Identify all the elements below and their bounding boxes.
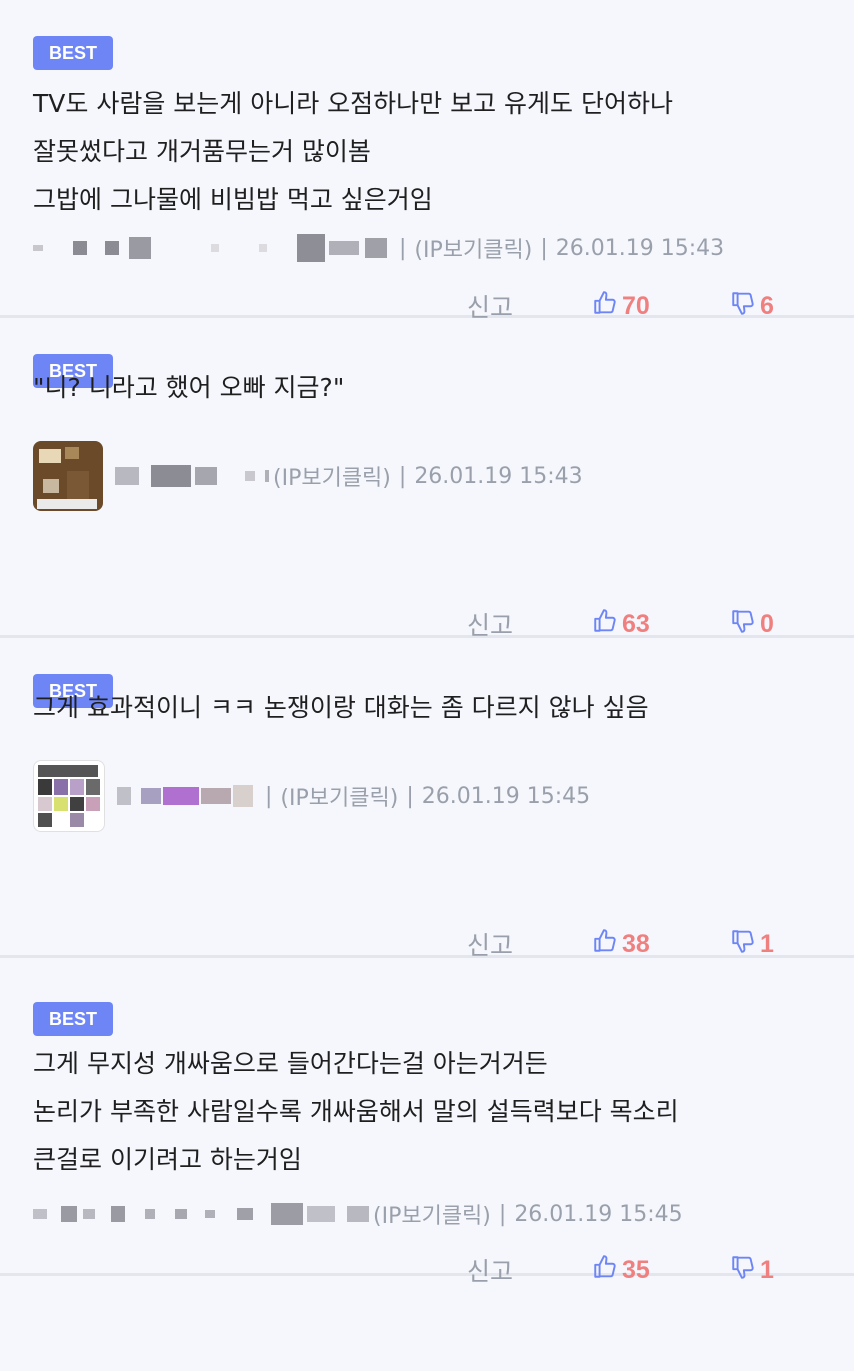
report-label: 신고	[467, 931, 514, 960]
comment-item: BEST 그게 무지성 개싸움으로 들어간다는걸 아는거거든 논리가 부족한 사…	[0, 958, 854, 1286]
dislike-count: 0	[760, 609, 774, 638]
dislike-count: 1	[760, 929, 774, 958]
avatar[interactable]	[33, 760, 105, 832]
comment-meta: (IP보기클릭) | 26.01.19 15:45	[33, 1194, 683, 1234]
comment-line: 큰걸로 이기려고 하는거임	[33, 1145, 302, 1174]
report-button[interactable]: 신고	[467, 1250, 513, 1290]
comment-body: TV도 사람을 보는게 아니라 오점하나만 보고 유게도 단어하나 잘못썼다고 …	[33, 80, 814, 224]
comment-body: 그게 효과적이니 ㅋㅋ 논쟁이랑 대화는 좀 다르지 않나 싶음	[33, 684, 814, 732]
comment-body: "니? 니라고 했어 오빠 지금?"	[33, 364, 814, 412]
report-label: 신고	[467, 1257, 514, 1286]
like-button[interactable]: 35	[592, 1250, 650, 1290]
comment-actions: 신고 35 1	[0, 1250, 854, 1290]
author-nickname[interactable]	[117, 785, 253, 807]
comment-line: 그게 효과적이니 ㅋㅋ 논쟁이랑 대화는 좀 다르지 않나 싶음	[33, 693, 649, 722]
thumbs-up-icon	[592, 1254, 622, 1287]
report-label: 신고	[467, 611, 514, 640]
comment-timestamp: 26.01.19 15:43	[555, 235, 725, 261]
best-badge: BEST	[33, 1002, 113, 1036]
thumbs-down-icon	[730, 928, 760, 961]
comment-item: BEST 그게 효과적이니 ㅋㅋ 논쟁이랑 대화는 좀 다르지 않나 싶음 | …	[0, 638, 854, 961]
like-count: 63	[622, 609, 650, 638]
comment-line: 그밥에 그나물에 비빔밥 먹고 싶은거임	[33, 185, 433, 214]
comment-line: 논리가 부족한 사람일수록 개싸움해서 말의 설득력보다 목소리	[33, 1097, 679, 1126]
author-nickname[interactable]	[115, 465, 269, 487]
comment-timestamp: 26.01.19 15:43	[414, 463, 583, 489]
thumbs-down-icon	[730, 1254, 760, 1287]
comment-meta: | (IP보기클릭) | 26.01.19 15:43	[33, 228, 724, 268]
comment-item: BEST "니? 니라고 했어 오빠 지금?" (IP보기클릭) | 26.01…	[0, 318, 854, 641]
ip-link[interactable]: (IP보기클릭)	[414, 232, 532, 264]
comment-timestamp: 26.01.19 15:45	[514, 1201, 683, 1227]
ip-link[interactable]: (IP보기클릭)	[273, 460, 391, 492]
thumbs-up-icon	[592, 608, 622, 641]
author-nickname[interactable]	[33, 234, 387, 262]
comment-line: 잘못썼다고 개거품무는거 많이봄	[33, 137, 371, 166]
comment-timestamp: 26.01.19 15:45	[421, 783, 591, 809]
comment-line: "니? 니라고 했어 오빠 지금?"	[33, 373, 345, 402]
thumbs-down-icon	[730, 608, 760, 641]
avatar[interactable]	[33, 441, 103, 511]
best-badge: BEST	[33, 36, 113, 70]
comment-line: 그게 무지성 개싸움으로 들어간다는걸 아는거거든	[33, 1049, 548, 1078]
dislike-count: 6	[760, 291, 774, 320]
like-count: 38	[622, 929, 650, 958]
thumbs-up-icon	[592, 928, 622, 961]
ip-link[interactable]: (IP보기클릭)	[373, 1198, 491, 1230]
comment-body: 그게 무지성 개싸움으로 들어간다는걸 아는거거든 논리가 부족한 사람일수록 …	[33, 1040, 814, 1184]
dislike-count: 1	[760, 1255, 774, 1284]
comment-meta: (IP보기클릭) | 26.01.19 15:43	[33, 441, 583, 511]
like-count: 35	[622, 1255, 650, 1284]
comment-line: TV도 사람을 보는게 아니라 오점하나만 보고 유게도 단어하나	[33, 89, 674, 118]
ip-link[interactable]: (IP보기클릭)	[280, 780, 398, 812]
dislike-button[interactable]: 1	[730, 1250, 774, 1290]
comment-meta: | (IP보기클릭) | 26.01.19 15:45	[33, 760, 591, 832]
author-nickname[interactable]	[33, 1203, 369, 1225]
comment-item: BEST TV도 사람을 보는게 아니라 오점하나만 보고 유게도 단어하나 잘…	[0, 0, 854, 322]
like-count: 70	[622, 291, 650, 320]
